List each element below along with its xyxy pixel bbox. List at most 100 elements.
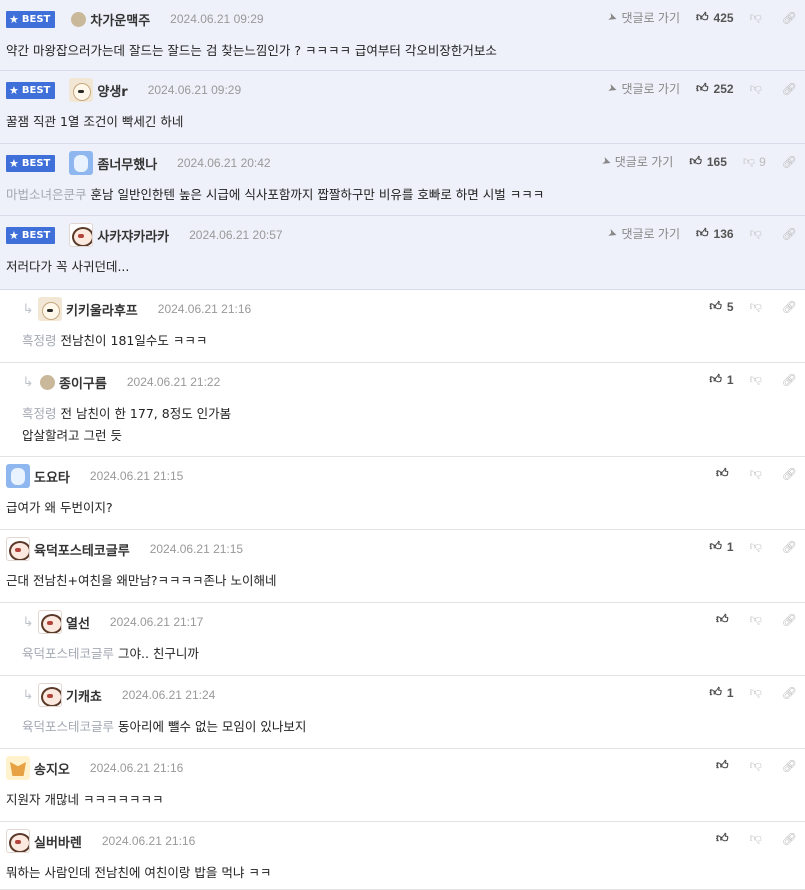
panda-avatar[interactable] — [38, 683, 62, 707]
best-badge-label: BEST — [21, 84, 51, 96]
like-button[interactable]: 👍︎ 1 — [709, 685, 733, 700]
dislike-button[interactable]: 👎︎ — [750, 81, 766, 96]
star-icon: ★ — [9, 156, 19, 170]
reply-arrow-icon: ↳ — [22, 301, 34, 317]
dislike-button[interactable]: 👎︎ — [750, 831, 766, 846]
comment-line: 흑정령 전남친이 181일수도 ㅋㅋㅋ — [22, 330, 207, 352]
panda-avatar[interactable] — [38, 610, 62, 634]
thumbs-up-icon: 👍︎ — [716, 831, 729, 845]
like-button[interactable]: 👍︎ 136 — [696, 226, 734, 241]
thumbs-down-icon: 👎︎ — [749, 758, 762, 772]
mention-tag[interactable]: 육덕포스테코글루 — [22, 719, 114, 734]
comment-actions: ➤ 댓글로 가기 👍︎ 252 👎︎ 🔗︎ — [606, 80, 797, 97]
thumbs-up-icon: 👍︎ — [716, 758, 729, 772]
panda-avatar[interactable] — [6, 537, 30, 561]
like-button[interactable]: 👍︎ 5 — [709, 299, 733, 314]
like-button[interactable]: 👍︎ 165 — [689, 154, 727, 169]
dislike-button[interactable]: 👎︎ — [750, 372, 766, 387]
like-button[interactable]: 👍︎ — [716, 758, 734, 773]
nickname[interactable]: 송지오 — [34, 759, 70, 778]
nickname[interactable]: 열선 — [66, 613, 90, 632]
mention-tag[interactable]: 육덕포스테코글루 — [22, 646, 114, 661]
like-button[interactable]: 👍︎ 1 — [709, 372, 733, 387]
dislike-button[interactable]: 👎︎ — [750, 226, 766, 241]
dislike-button[interactable]: 👎︎ — [750, 612, 766, 627]
thumbs-up-icon: 👍︎ — [696, 81, 709, 95]
nickname[interactable]: 육덕포스테코글루 — [34, 540, 130, 559]
comment-actions: 👍︎ 👎︎ 🔗︎ — [716, 612, 797, 627]
like-button[interactable]: 👍︎ — [716, 612, 734, 627]
thumbs-up-icon: 👍︎ — [696, 10, 709, 24]
link-icon[interactable]: 🔗︎ — [782, 759, 797, 773]
dislike-button[interactable]: 👎︎ — [750, 466, 766, 481]
link-icon[interactable]: 🔗︎ — [782, 686, 797, 700]
comment-date: 2024.06.21 21:15 — [89, 469, 184, 483]
nickname[interactable]: 실버바렌 — [34, 832, 82, 851]
link-icon[interactable]: 🔗︎ — [782, 467, 797, 481]
like-button[interactable]: 👍︎ 1 — [709, 539, 733, 554]
dislike-button[interactable]: 👎︎ — [750, 758, 766, 773]
like-button[interactable]: 👍︎ — [716, 831, 734, 846]
paper-plane-icon: ➤ — [606, 226, 620, 242]
goto-reply-button[interactable]: ➤ 댓글로 가기 — [606, 80, 680, 97]
thumbs-down-icon: 👎︎ — [749, 612, 762, 626]
comment-line: 압살할려고 그런 듯 — [22, 425, 231, 447]
blue-avatar[interactable] — [69, 151, 94, 175]
nickname[interactable]: 차가운맥주 — [90, 10, 150, 29]
comment-line-text: 전 남친이 한 177, 8정도 인가봄 — [60, 406, 232, 421]
dislike-button[interactable]: 👎︎ — [750, 539, 766, 554]
comment-actions: 👍︎ 1 👎︎ 🔗︎ — [709, 372, 797, 387]
panda-avatar[interactable] — [69, 223, 94, 247]
blue-avatar[interactable] — [6, 464, 30, 488]
link-icon[interactable]: 🔗︎ — [782, 540, 797, 554]
nickname[interactable]: 키키울라후프 — [66, 300, 138, 319]
goto-reply-button[interactable]: ➤ 댓글로 가기 — [606, 9, 680, 26]
nickname[interactable]: 사카쟈카라카 — [97, 226, 169, 245]
nickname[interactable]: 기캐쵸 — [66, 686, 102, 705]
comment-header: 실버바렌 2024.06.21 21:16 — [6, 829, 195, 853]
panda-avatar[interactable] — [6, 829, 30, 853]
goto-reply-button[interactable]: ➤ 댓글로 가기 — [606, 225, 680, 242]
fox-avatar[interactable] — [6, 756, 30, 780]
reply-comment: ↳ 종이구름 2024.06.21 21:22 흑정령 전 남친이 한 177, 8정도… — [0, 363, 805, 457]
like-button[interactable]: 👍︎ 425 — [696, 10, 734, 25]
comment: 송지오 2024.06.21 21:16 지원자 개많네 ㅋㅋㅋㅋㅋㅋㅋ 👍︎ 👎︎ 🔗︎ — [0, 749, 805, 822]
dog-avatar[interactable] — [38, 297, 62, 321]
dislike-button[interactable]: 👎︎ — [750, 10, 766, 25]
link-icon[interactable]: 🔗︎ — [782, 613, 797, 627]
dog-avatar[interactable] — [69, 78, 94, 102]
like-button[interactable]: 👍︎ — [716, 466, 734, 481]
nickname[interactable]: 도요타 — [34, 467, 70, 486]
mention-tag[interactable]: 흑정령 — [22, 406, 57, 421]
thumbs-up-icon: 👍︎ — [709, 539, 722, 553]
dislike-button[interactable]: 👎︎ 9 — [743, 154, 766, 169]
link-icon[interactable]: 🔗︎ — [782, 832, 797, 846]
like-count: 425 — [713, 10, 734, 25]
nickname[interactable]: 종이구름 — [59, 373, 107, 392]
dislike-button[interactable]: 👎︎ — [750, 299, 766, 314]
nickname[interactable]: 양생r — [97, 81, 127, 100]
comment-line-text: 근대 전남친+여친을 왜만남?ㅋㅋㅋㅋ존나 노이해네 — [6, 573, 277, 588]
comment-actions: 👍︎ 5 👎︎ 🔗︎ — [709, 299, 797, 314]
link-icon[interactable]: 🔗︎ — [782, 11, 797, 25]
link-icon[interactable]: 🔗︎ — [782, 227, 797, 241]
link-icon[interactable]: 🔗︎ — [782, 82, 797, 96]
comment-date: 2024.06.21 21:16 — [157, 302, 252, 316]
link-icon[interactable]: 🔗︎ — [782, 155, 797, 169]
like-count: 1 — [726, 539, 734, 554]
like-button[interactable]: 👍︎ 252 — [696, 81, 734, 96]
comment-date: 2024.06.21 09:29 — [147, 83, 242, 97]
star-icon: ★ — [9, 228, 19, 242]
mention-tag[interactable]: 흑정령 — [22, 333, 57, 348]
comment-header: 도요타 2024.06.21 21:15 — [6, 464, 184, 488]
dislike-button[interactable]: 👎︎ — [750, 685, 766, 700]
nickname[interactable]: 좀너무했나 — [97, 154, 157, 173]
link-icon[interactable]: 🔗︎ — [782, 300, 797, 314]
dot-avatar[interactable] — [71, 11, 87, 27]
link-icon[interactable]: 🔗︎ — [782, 373, 797, 387]
mention-tag[interactable]: 마법소녀은쿤쿠 — [6, 187, 87, 202]
goto-reply-button[interactable]: ➤ 댓글로 가기 — [600, 153, 674, 170]
comment-line-text: 저러다가 꼭 사귀던데... — [6, 259, 130, 274]
dot-avatar[interactable] — [40, 374, 55, 390]
comment-line: 뭐하는 사람인데 전남친에 여친이랑 밥을 먹냐 ㅋㅋ — [6, 862, 271, 884]
